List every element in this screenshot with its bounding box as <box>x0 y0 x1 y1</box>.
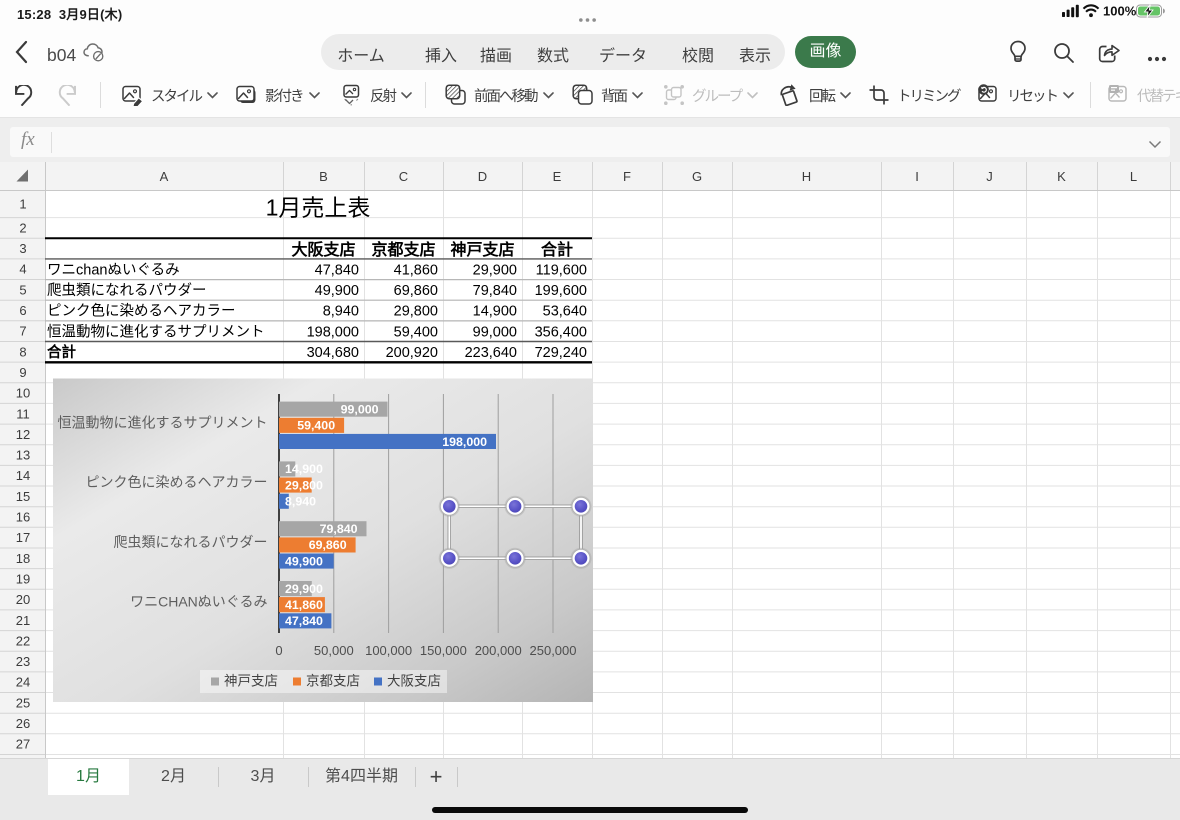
svg-text:23: 23 <box>16 654 30 669</box>
svg-text:大阪支店: 大阪支店 <box>387 674 441 689</box>
svg-text:198,000: 198,000 <box>442 435 487 449</box>
svg-text:京都支店: 京都支店 <box>371 240 435 259</box>
svg-text:15: 15 <box>16 489 30 504</box>
svg-text:41,860: 41,860 <box>394 262 438 278</box>
svg-text:199,600: 199,600 <box>535 283 587 299</box>
svg-text:ワニchanぬいぐるみ: ワニchanぬいぐるみ <box>47 261 180 278</box>
svg-text:200,920: 200,920 <box>386 345 438 361</box>
svg-text:150,000: 150,000 <box>420 643 467 658</box>
svg-text:ワニCHANぬいぐるみ: ワニCHANぬいぐるみ <box>130 594 267 610</box>
svg-text:59,400: 59,400 <box>394 324 438 340</box>
svg-text:18: 18 <box>16 551 30 566</box>
svg-text:100,000: 100,000 <box>365 643 412 658</box>
svg-text:17: 17 <box>16 530 30 545</box>
svg-text:10: 10 <box>16 386 30 401</box>
svg-text:20: 20 <box>16 592 30 607</box>
svg-text:79,840: 79,840 <box>473 283 517 299</box>
svg-text:99,000: 99,000 <box>341 403 379 417</box>
svg-text:27: 27 <box>16 737 30 752</box>
svg-text:E: E <box>553 169 562 184</box>
svg-text:21: 21 <box>16 613 30 628</box>
svg-text:729,240: 729,240 <box>535 345 587 361</box>
svg-text:J: J <box>986 169 993 184</box>
svg-text:25: 25 <box>16 695 30 710</box>
svg-text:16: 16 <box>16 510 30 525</box>
svg-text:F: F <box>623 169 631 184</box>
svg-text:11: 11 <box>16 406 30 421</box>
svg-text:198,000: 198,000 <box>307 324 359 340</box>
svg-text:2: 2 <box>19 220 26 235</box>
svg-text:恒温動物に進化するサプリメント: 恒温動物に進化するサプリメント <box>47 323 265 340</box>
svg-text:神戸支店: 神戸支店 <box>224 674 278 689</box>
svg-text:合計: 合計 <box>46 343 76 361</box>
svg-text:304,680: 304,680 <box>307 345 359 361</box>
svg-text:G: G <box>692 169 702 184</box>
svg-text:47,840: 47,840 <box>315 262 359 278</box>
svg-text:79,840: 79,840 <box>320 522 358 536</box>
svg-text:26: 26 <box>16 716 30 731</box>
svg-text:K: K <box>1057 169 1066 184</box>
svg-text:5: 5 <box>19 282 26 297</box>
svg-text:24: 24 <box>16 675 30 690</box>
svg-text:59,400: 59,400 <box>297 419 335 433</box>
svg-text:29,900: 29,900 <box>285 582 323 596</box>
svg-text:0: 0 <box>275 643 282 658</box>
svg-text:29,900: 29,900 <box>473 262 517 278</box>
svg-text:4: 4 <box>19 262 26 277</box>
svg-text:29,800: 29,800 <box>394 304 438 320</box>
svg-text:C: C <box>399 169 408 184</box>
svg-text:53,640: 53,640 <box>543 304 587 320</box>
svg-text:14: 14 <box>16 468 30 483</box>
svg-text:爬虫類になれるパウダー: 爬虫類になれるパウダー <box>47 282 207 299</box>
svg-text:12: 12 <box>16 427 30 442</box>
svg-text:223,640: 223,640 <box>465 345 517 361</box>
svg-text:L: L <box>1130 169 1137 184</box>
svg-text:D: D <box>478 169 487 184</box>
svg-text:29,800: 29,800 <box>285 478 323 492</box>
svg-text:119,600: 119,600 <box>536 262 587 278</box>
svg-text:I: I <box>915 169 919 184</box>
svg-text:8,940: 8,940 <box>323 304 359 320</box>
svg-text:250,000: 250,000 <box>530 643 577 658</box>
svg-text:22: 22 <box>16 633 30 648</box>
svg-text:6: 6 <box>19 303 26 318</box>
svg-text:B: B <box>319 169 328 184</box>
svg-text:13: 13 <box>16 448 30 463</box>
svg-text:356,400: 356,400 <box>535 324 587 340</box>
svg-text:H: H <box>802 169 811 184</box>
svg-text:大阪支店: 大阪支店 <box>291 240 355 259</box>
svg-text:100%: 100% <box>1103 4 1137 18</box>
svg-text:1: 1 <box>19 196 26 211</box>
svg-text:爬虫類になれるパウダー: 爬虫類になれるパウダー <box>114 534 268 550</box>
svg-text:14,900: 14,900 <box>285 462 323 476</box>
svg-text:200,000: 200,000 <box>475 643 522 658</box>
svg-text:99,000: 99,000 <box>473 324 517 340</box>
svg-text:49,900: 49,900 <box>315 283 359 299</box>
svg-text:ピンク色に染めるヘアカラー: ピンク色に染めるヘアカラー <box>47 303 236 320</box>
svg-text:69,860: 69,860 <box>309 538 347 552</box>
svg-text:1月売上表: 1月売上表 <box>266 194 371 220</box>
svg-text:50,000: 50,000 <box>314 643 354 658</box>
svg-text:9: 9 <box>19 365 26 380</box>
svg-text:14,900: 14,900 <box>473 304 517 320</box>
svg-text:京都支店: 京都支店 <box>306 674 360 689</box>
svg-text:恒温動物に進化するサプリメント: 恒温動物に進化するサプリメント <box>58 414 268 430</box>
svg-text:7: 7 <box>19 324 26 339</box>
svg-text:49,900: 49,900 <box>285 554 323 568</box>
svg-text:41,860: 41,860 <box>285 598 323 612</box>
svg-text:3: 3 <box>19 241 26 256</box>
svg-text:合計: 合計 <box>541 240 573 259</box>
svg-text:神戸支店: 神戸支店 <box>450 240 514 259</box>
svg-text:19: 19 <box>16 572 30 587</box>
svg-text:47,840: 47,840 <box>285 614 323 628</box>
svg-text:ピンク色に染めるヘアカラー: ピンク色に染めるヘアカラー <box>86 474 268 490</box>
svg-text:A: A <box>160 169 169 184</box>
svg-text:8,940: 8,940 <box>285 495 316 509</box>
svg-text:69,860: 69,860 <box>394 283 438 299</box>
svg-text:8: 8 <box>19 344 26 359</box>
